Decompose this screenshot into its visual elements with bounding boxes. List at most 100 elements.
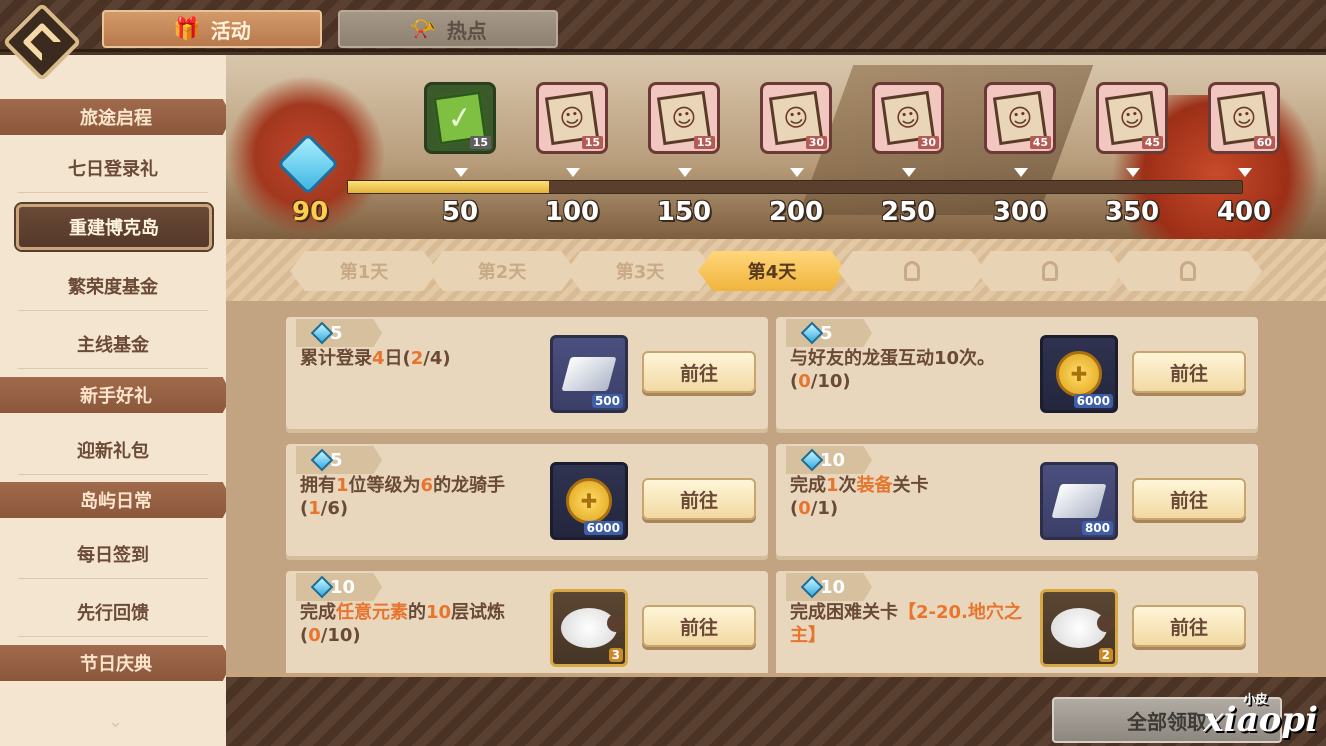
task-description: 拥有1位等级为6的龙骑手 (1/6) — [300, 475, 506, 519]
reward-item[interactable]: ✚ 6000 — [1040, 335, 1118, 413]
milestone-label: 50 — [441, 197, 479, 227]
reward-chest[interactable]: ☺ 15 — [536, 82, 608, 154]
task-description: 完成1次装备关卡 (0/1) — [790, 475, 929, 519]
go-button[interactable]: 前往 — [1132, 351, 1246, 393]
milestone-label: 200 — [768, 197, 824, 227]
lock-icon — [1042, 261, 1058, 281]
task-description: 累计登录4日(2/4) — [300, 348, 451, 369]
item-qty: 6000 — [1073, 394, 1113, 408]
reward-count: 30 — [917, 136, 939, 149]
tab-hot[interactable]: 📯 热点 — [338, 10, 558, 48]
sidebar-header: 岛屿日常 — [0, 482, 232, 518]
tab-day-locked[interactable] — [1114, 251, 1262, 291]
task-description: 完成任意元素的10层试炼 (0/10) — [300, 602, 506, 646]
task-card: 10 完成任意元素的10层试炼 (0/10) 3 前往 — [286, 571, 768, 673]
tab-day-3[interactable]: 第3天 — [566, 251, 714, 291]
progress-bar — [347, 180, 1243, 194]
sidebar-item[interactable]: 迎新礼包 — [18, 425, 208, 475]
task-card: 5 累计登录4日(2/4) 500 前往 — [286, 317, 768, 433]
claim-all-button[interactable]: 全部领取 — [1052, 697, 1282, 743]
lock-icon — [1180, 261, 1196, 281]
task-points: 10 — [296, 573, 382, 601]
task-description: 与好友的龙蛋互动10次。 (0/10) — [790, 348, 996, 392]
task-card: 5 与好友的龙蛋互动10次。 (0/10) ✚ 6000 前往 — [776, 317, 1258, 433]
back-icon — [22, 22, 62, 62]
tab-day-4[interactable]: 第4天 — [698, 251, 846, 291]
tab-day-2[interactable]: 第2天 — [428, 251, 576, 291]
sheep-icon — [561, 608, 625, 648]
horn-icon: 📯 — [409, 16, 437, 42]
marker-icon — [1126, 168, 1140, 177]
task-card: 10 完成困难关卡【2-20.地穴之主】 2 前往 — [776, 571, 1258, 673]
sidebar-item[interactable]: 七日登录礼 — [18, 143, 208, 193]
tab-activity[interactable]: 🎁 活动 — [102, 10, 322, 48]
reward-chest[interactable]: ✓ 15 — [424, 82, 496, 154]
marker-icon — [1014, 168, 1028, 177]
reward-chest[interactable]: ☺ 45 — [984, 82, 1056, 154]
task-points: 5 — [296, 446, 382, 474]
go-button[interactable]: 前往 — [1132, 478, 1246, 520]
milestone-label: 150 — [656, 197, 712, 227]
coin-icon: ✚ — [566, 478, 612, 524]
progress-fill — [348, 181, 550, 193]
tab-day-locked[interactable] — [976, 251, 1124, 291]
reward-count: 15 — [581, 136, 603, 149]
task-card: 5 拥有1位等级为6的龙骑手 (1/6) ✚ 6000 前往 — [286, 444, 768, 560]
current-points: 90 — [292, 197, 329, 227]
item-qty: 6000 — [583, 521, 623, 535]
milestone-label: 400 — [1216, 197, 1272, 227]
sidebar-header: 节日庆典 — [0, 645, 232, 681]
task-points: 5 — [786, 319, 872, 347]
coin-icon: ✚ — [1056, 351, 1102, 397]
sidebar-item[interactable]: 先行回馈 — [18, 587, 208, 637]
go-button[interactable]: 前往 — [642, 605, 756, 647]
item-qty: 800 — [1081, 521, 1113, 535]
sidebar-item-selected[interactable]: 重建博克岛 — [16, 204, 212, 250]
task-points: 5 — [296, 319, 382, 347]
marker-icon — [902, 168, 916, 177]
milestone-label: 250 — [880, 197, 936, 227]
chevron-down-icon[interactable]: ⌄ — [108, 711, 123, 732]
sidebar-header: 新手好礼 — [0, 377, 232, 413]
reward-chest[interactable]: ☺ 30 — [872, 82, 944, 154]
reward-count: 45 — [1029, 136, 1051, 149]
reward-item[interactable]: 3 — [550, 589, 628, 667]
tab-day-locked[interactable] — [838, 251, 986, 291]
reward-chest[interactable]: ☺ 60 — [1208, 82, 1280, 154]
marker-icon — [566, 168, 580, 177]
item-qty: 3 — [608, 648, 623, 662]
reward-item[interactable]: ✚ 6000 — [550, 462, 628, 540]
task-card: 10 完成1次装备关卡 (0/1) 800 前往 — [776, 444, 1258, 560]
marker-icon — [790, 168, 804, 177]
marker-icon — [454, 168, 468, 177]
tab-activity-label: 活动 — [210, 18, 251, 43]
tab-hot-label: 热点 — [446, 18, 487, 43]
reward-count: 60 — [1253, 136, 1275, 149]
go-button[interactable]: 前往 — [1132, 605, 1246, 647]
reward-item[interactable]: 500 — [550, 335, 628, 413]
sidebar-item[interactable]: 繁荣度基金 — [18, 261, 208, 311]
task-description: 完成困难关卡【2-20.地穴之主】 — [790, 602, 1022, 646]
reward-item[interactable]: 2 — [1040, 589, 1118, 667]
milestone-label: 100 — [544, 197, 600, 227]
reward-count: 30 — [805, 136, 827, 149]
task-list: 5 累计登录4日(2/4) 500 前往 5 与好友的龙蛋互动10次。 (0/10… — [226, 301, 1326, 673]
item-qty: 2 — [1098, 648, 1113, 662]
sheep-icon — [1051, 608, 1115, 648]
tab-day-1[interactable]: 第1天 — [290, 251, 438, 291]
marker-icon — [678, 168, 692, 177]
sidebar-item[interactable]: 主线基金 — [18, 319, 208, 369]
day-tabs: 第1天 第2天 第3天 第4天 — [226, 239, 1326, 301]
reward-chest[interactable]: ☺ 45 — [1096, 82, 1168, 154]
reward-chest[interactable]: ☺ 15 — [648, 82, 720, 154]
reward-chest[interactable]: ☺ 30 — [760, 82, 832, 154]
marker-icon — [1238, 168, 1252, 177]
sidebar-item[interactable]: 每日签到 — [18, 529, 208, 579]
go-button[interactable]: 前往 — [642, 478, 756, 520]
sidebar: 旅途启程 七日登录礼 重建博克岛 繁荣度基金 主线基金 新手好礼 迎新礼包 岛屿… — [0, 55, 232, 746]
reward-item[interactable]: 800 — [1040, 462, 1118, 540]
lock-icon — [904, 261, 920, 281]
go-button[interactable]: 前往 — [642, 351, 756, 393]
progress-banner: ✓ 15 ☺ 15 ☺ 15 ☺ 30 ☺ 30 ☺ 45 ☺ 45 ☺ 60 … — [226, 55, 1326, 239]
reward-count: 15 — [469, 136, 491, 149]
